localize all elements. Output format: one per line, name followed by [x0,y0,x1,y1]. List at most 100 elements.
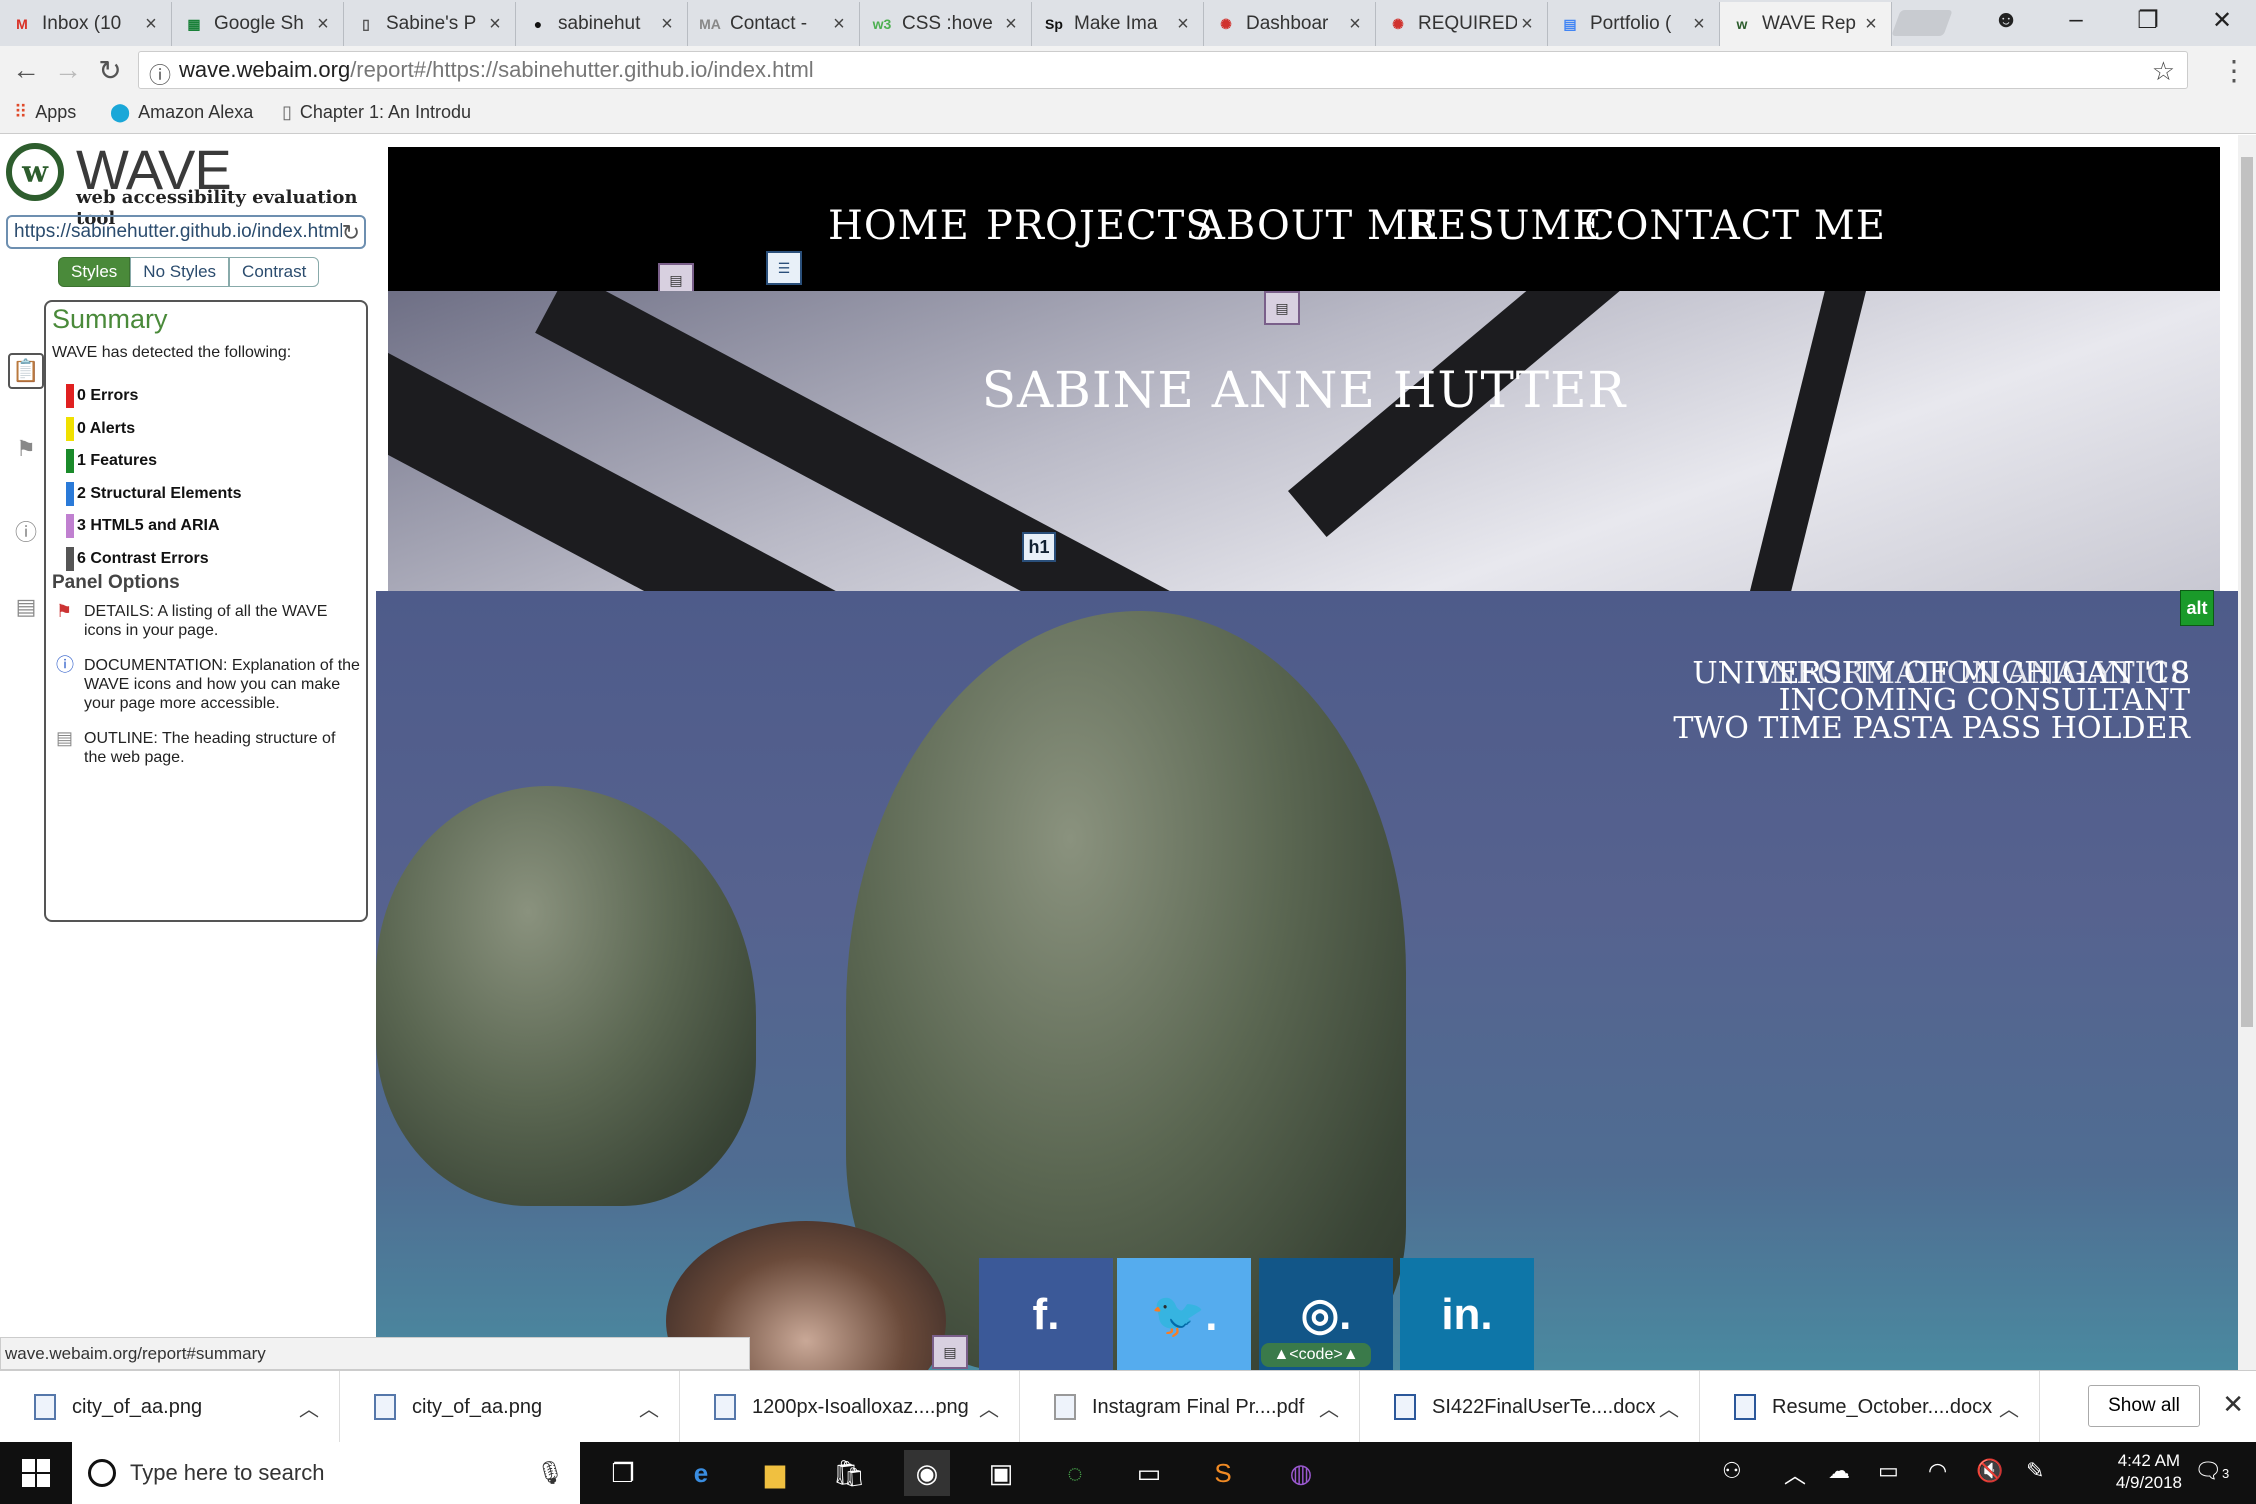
close-tab-icon[interactable]: × [829,13,849,36]
result-errors[interactable]: 0 Errors [66,384,138,408]
wave-html5-icon[interactable]: ▤ [932,1335,968,1369]
pen-icon[interactable]: ✎ [2026,1458,2044,1484]
result-contrast[interactable]: 6 Contrast Errors [66,547,209,571]
people-icon[interactable]: ⚇ [1722,1458,1742,1484]
wave-html5-icon[interactable]: ▤ [1264,291,1300,325]
result-structural[interactable]: 2 Structural Elements [66,482,242,506]
panel-option-details[interactable]: ⚑ DETAILS: A listing of all the WAVE icon… [56,602,360,640]
browser-tab[interactable]: Sp Make Ima × [1032,2,1204,46]
wave-url-input[interactable]: https://sabinehutter.github.io/index.htm… [6,215,366,249]
download-item[interactable]: city_of_aa.png ︿ [340,1371,680,1443]
profile-icon[interactable]: ☻ [1974,0,2038,40]
nav-about-me[interactable]: ABOUT ME [1196,203,1439,249]
close-tab-icon[interactable]: × [1345,13,1365,36]
browser-tab[interactable]: M Inbox (10 × [0,2,172,46]
page-scrollbar[interactable] [2238,135,2256,1370]
facebook-button[interactable]: f. [979,1258,1113,1370]
loading-ring-icon[interactable]: ◌ [1052,1450,1098,1496]
wave-code-icon[interactable]: ▲ <code> ▲ [1261,1343,1371,1367]
show-all-button[interactable]: Show all [2088,1385,2200,1427]
address-bar[interactable]: ⓘ wave.webaim.org/report#/https://sabine… [138,51,2188,89]
result-features[interactable]: 1 Features [66,449,157,473]
wifi-icon[interactable]: ◠ [1928,1458,1947,1484]
close-tab-icon[interactable]: × [1689,13,1709,36]
onedrive-icon[interactable]: ☁ [1828,1458,1850,1484]
chevron-up-icon[interactable]: ︿ [1659,1393,1699,1422]
store-icon[interactable]: 🛍 [826,1450,872,1496]
battery-icon[interactable]: ▭ [1878,1458,1899,1484]
result-html5-aria[interactable]: 3 HTML5 and ARIA [66,514,220,538]
wave-alt-icon[interactable]: alt [2180,590,2214,626]
microphone-icon[interactable]: 🎙 [536,1460,564,1486]
notes-icon[interactable]: ▣ [978,1450,1024,1496]
panel-option-documentation[interactable]: ⓘ DOCUMENTATION: Explanation of the WAVE … [56,656,360,713]
chevron-up-icon[interactable]: ︿ [1319,1393,1359,1422]
close-tab-icon[interactable]: × [485,13,505,36]
menu-dots-icon[interactable]: ⋮ [2218,54,2250,86]
outline-document-icon[interactable]: ▤ [8,589,44,625]
browser-tab[interactable]: w WAVE Rep × [1720,2,1892,46]
close-tab-icon[interactable]: × [1517,13,1537,36]
taskbar-search-input[interactable]: Type here to search 🎙 [72,1442,580,1504]
nav-contact-me[interactable]: CONTACT ME [1584,203,1886,249]
download-item[interactable]: Instagram Final Pr....pdf ︿ [1020,1371,1360,1443]
twitter-button[interactable]: 🐦. [1117,1258,1251,1370]
documentation-info-icon[interactable]: ⓘ [8,513,44,549]
download-item[interactable]: Resume_October....docx ︿ [1700,1371,2040,1443]
chrome-icon[interactable]: ◉ [904,1450,950,1496]
panel-option-outline[interactable]: ▤ OUTLINE: The heading structure of the w… [56,729,360,767]
details-flag-icon[interactable]: ⚑ [8,431,44,467]
chevron-up-icon[interactable]: ︿ [1784,1458,1806,1490]
bookmark-alexa[interactable]: ⬤ Amazon Alexa [110,102,253,123]
volume-muted-icon[interactable]: 🔇 [1976,1458,2003,1484]
browser-tab[interactable]: ▤ Portfolio (× [1548,2,1720,46]
result-alerts[interactable]: 0 Alerts [66,417,135,441]
windows-start-icon[interactable] [0,1442,72,1504]
bookmark-chapter1[interactable]: ▯ Chapter 1: An Introdu [282,102,471,123]
bookmark-apps[interactable]: ⠿ Apps [14,102,76,123]
tab-styles[interactable]: Styles [58,257,131,287]
summary-clipboard-icon[interactable]: 📋 [8,353,44,389]
linkedin-button[interactable]: in. [1400,1258,1534,1370]
wave-h1-icon[interactable]: h1 [1022,532,1056,562]
close-tab-icon[interactable]: × [1173,13,1193,36]
close-tab-icon[interactable]: × [313,13,333,36]
task-view-icon[interactable]: ❐ [600,1450,646,1496]
forward-arrow-icon[interactable]: → [52,54,84,86]
edge-icon[interactable]: e [678,1450,724,1496]
tab-contrast[interactable]: Contrast [229,257,320,287]
new-tab-button[interactable] [1891,10,1953,36]
close-window-button[interactable]: ✕ [2190,0,2254,40]
close-icon[interactable]: ✕ [2222,1389,2244,1420]
tab-no-styles[interactable]: No Styles [130,257,230,287]
sublime-icon[interactable]: S [1200,1450,1246,1496]
minimize-button[interactable]: – [2044,0,2108,40]
browser-tab[interactable]: ▯ Sabine's P × [344,2,516,46]
github-desktop-icon[interactable]: ◍ [1278,1450,1324,1496]
nav-resume[interactable]: RESUME [1406,203,1603,249]
bookmark-star-icon[interactable]: ☆ [2152,56,2175,87]
download-item[interactable]: SI422FinalUserTe....docx ︿ [1360,1371,1700,1443]
browser-tab[interactable]: ✺ REQUIRED × [1376,2,1548,46]
close-tab-icon[interactable]: × [1861,13,1881,36]
close-tab-icon[interactable]: × [141,13,161,36]
maximize-button[interactable]: ❐ [2116,0,2180,40]
scrollbar-thumb[interactable] [2241,157,2253,1027]
wave-list-icon[interactable]: ☰ [766,251,802,285]
nav-home[interactable]: HOME [828,203,970,249]
download-item[interactable]: 1200px-Isoalloxaz....png ︿ [680,1371,1020,1443]
browser-tab[interactable]: w3 CSS :hove × [860,2,1032,46]
notifications-icon[interactable]: 🗨3 [2194,1458,2229,1484]
back-arrow-icon[interactable]: ← [10,54,42,86]
chevron-up-icon[interactable]: ︿ [639,1393,679,1422]
close-tab-icon[interactable]: × [1001,13,1021,36]
close-tab-icon[interactable]: × [657,13,677,36]
browser-tab[interactable]: ● sabinehut × [516,2,688,46]
info-icon[interactable]: ⓘ [149,58,171,90]
refresh-icon[interactable]: ↻ [341,220,360,246]
chevron-up-icon[interactable]: ︿ [979,1393,1019,1422]
download-item[interactable]: city_of_aa.png ︿ [0,1371,340,1443]
file-explorer-icon[interactable]: ▆ [752,1450,798,1496]
nav-projects[interactable]: PROJECTS [986,203,1214,249]
chevron-up-icon[interactable]: ︿ [299,1393,339,1422]
